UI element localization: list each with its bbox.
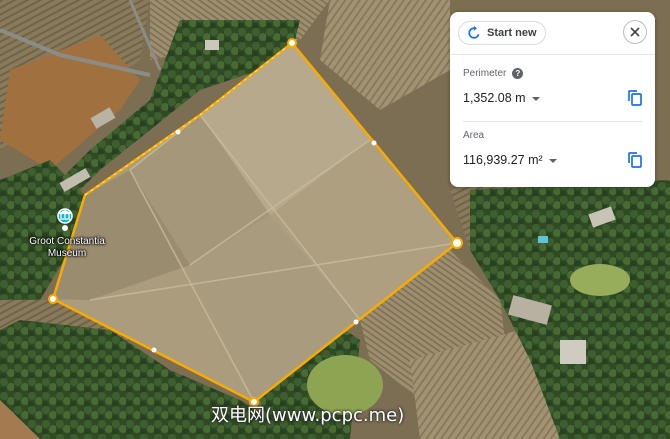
measurement-vertex[interactable] [48, 294, 58, 304]
measurement-midpoint[interactable] [151, 347, 157, 353]
refresh-icon [468, 26, 480, 39]
poi-label[interactable]: Groot Constantia Museum [22, 236, 112, 260]
building [560, 340, 586, 364]
area-section: Area 116,939.27 m² [463, 130, 643, 168]
measurement-midpoint[interactable] [353, 319, 359, 325]
area-value[interactable]: 116,939.27 m² [463, 153, 543, 167]
perimeter-section: Perimeter ? 1,352.08 m [463, 68, 643, 106]
perimeter-value[interactable]: 1,352.08 m [463, 91, 526, 105]
map-pin-dot [62, 225, 68, 231]
unit-dropdown-icon[interactable] [548, 158, 557, 163]
poi-name-line2: Museum [47, 248, 87, 259]
copy-icon[interactable] [628, 90, 642, 106]
start-new-button[interactable]: Start new [458, 21, 546, 45]
close-button[interactable] [623, 20, 647, 44]
close-icon [630, 27, 640, 37]
pool [538, 236, 548, 243]
measurement-midpoint[interactable] [371, 140, 377, 146]
measurement-vertex[interactable] [451, 237, 463, 249]
museum-icon[interactable] [57, 208, 73, 224]
measurement-midpoint[interactable] [175, 129, 181, 135]
watermark: 双电网(www.pcpc.me) [211, 405, 405, 426]
measurement-vertex[interactable] [287, 38, 297, 48]
unit-dropdown-icon[interactable] [531, 96, 540, 101]
measure-panel-header: Start new [450, 12, 655, 55]
copy-icon[interactable] [628, 152, 642, 168]
perimeter-label: Perimeter [463, 68, 507, 79]
help-icon[interactable]: ? [512, 68, 524, 79]
lawn [570, 264, 630, 296]
start-new-label: Start new [487, 27, 537, 39]
poi-name-line1: Groot Constantia [29, 236, 105, 247]
measure-panel: Start new Perimeter ? 1,352.08 m Area 11 [450, 12, 655, 187]
panel-divider [463, 121, 643, 122]
building [205, 40, 219, 50]
area-label: Area [463, 130, 485, 141]
